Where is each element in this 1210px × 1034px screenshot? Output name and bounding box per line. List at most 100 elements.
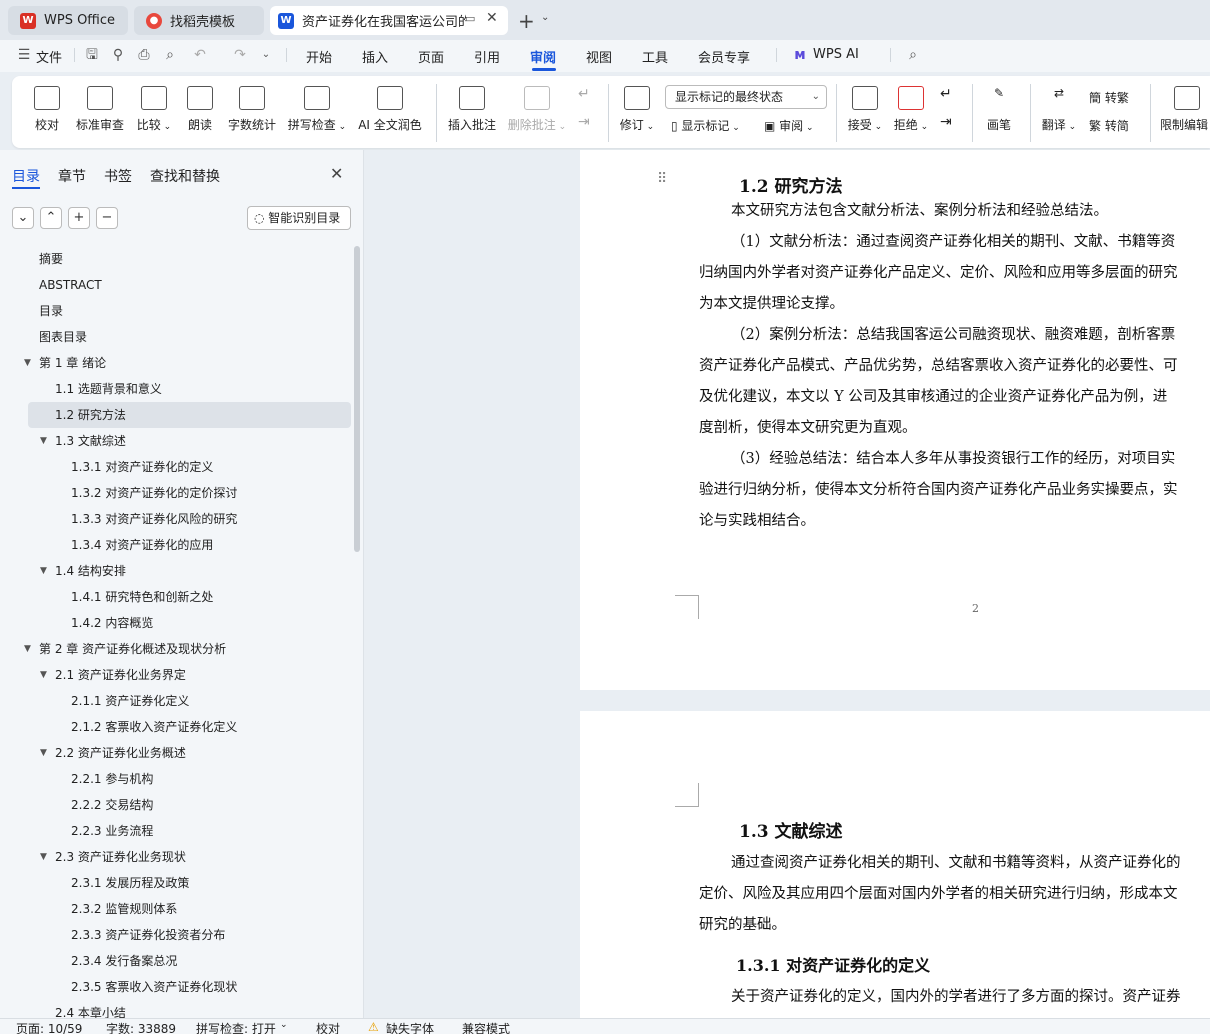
menu-page[interactable]: 页面 [418,47,444,66]
toc-item[interactable]: ▼ 1.4 结构安排 [0,558,352,584]
menu-insert[interactable]: 插入 [362,47,388,66]
caret-down-icon[interactable]: ▼ [40,844,47,870]
toc-item[interactable]: 2.4 本章小结 [0,1000,352,1018]
collapse-up-button[interactable]: ⌃ [40,207,62,229]
save-icon[interactable]: 🖫 [84,47,100,63]
standard-review-button[interactable]: 标准审查 [74,86,126,133]
toc-item[interactable]: ▼ 2.2 资产证券化业务概述 [0,740,352,766]
paragraph-block[interactable]: 通过查阅资产证券化相关的期刊、文献和书籍等资料，从资产证券化的 定价、风险及其应用… [699,848,1210,941]
toc-item[interactable]: 2.1.2 客票收入资产证券化定义 [0,714,352,740]
toc-item[interactable]: 2.3.4 发行备案总况 [0,948,352,974]
toc-item[interactable]: ▼ 第 2 章 资产证券化概述及现状分析 [0,636,352,662]
toc-item[interactable]: 2.2.1 参与机构 [0,766,352,792]
wps-ai-icon[interactable]: ᴍ [792,47,808,63]
translate-button[interactable]: ⇄ 翻译 ⌄ [1040,86,1078,133]
menu-tools[interactable]: 工具 [642,47,668,66]
toc-item[interactable]: 目录 [0,298,352,324]
track-changes-button[interactable]: 修订 ⌄ [618,86,656,133]
delete-comment-button[interactable]: 删除批注 ⌄ [506,86,568,133]
caret-down-icon[interactable]: ▼ [40,428,47,454]
toc-item[interactable]: 2.3.3 资产证券化投资者分布 [0,922,352,948]
restrict-edit-button[interactable]: 限制编辑 [1160,86,1210,133]
toc-item[interactable]: 1.3.1 对资产证券化的定义 [0,454,352,480]
paragraph-block[interactable]: 本文研究方法包含文献分析法、案例分析法和经验总结法。 （1）文献分析法：通过查阅资… [699,196,1210,537]
toc-item[interactable]: 2.3.2 监管规则体系 [0,896,352,922]
new-tab-icon[interactable]: + [518,9,535,33]
tab-wps-office[interactable]: W WPS Office [8,6,128,35]
toc-item[interactable]: 2.2.2 交易结构 [0,792,352,818]
menu-start[interactable]: 开始 [306,47,332,66]
smart-toc-button[interactable]: ◌ 智能识别目录 [247,206,351,230]
remove-heading-button[interactable]: − [96,207,118,229]
toc-item[interactable]: 2.1.1 资产证券化定义 [0,688,352,714]
compare-button[interactable]: 比较 ⌄ [134,86,174,133]
toc-item[interactable]: ▼ 1.3 文献综述 [0,428,352,454]
print-preview-icon[interactable]: ⌕ [162,47,178,63]
prev-comment-icon[interactable]: ↵ [578,86,590,102]
menu-reference[interactable]: 引用 [474,47,500,66]
status-word-count[interactable]: 字数: 33889 [106,1020,176,1034]
redo-icon[interactable]: ↷ [232,47,248,63]
search-icon[interactable]: ⌕ [905,47,921,63]
add-heading-button[interactable]: + [68,207,90,229]
tab-chapters[interactable]: 章节 [58,166,86,186]
toc-item[interactable]: 1.3.2 对资产证券化的定价探讨 [0,480,352,506]
expand-down-button[interactable]: ⌄ [12,207,34,229]
proofread-button[interactable]: 校对 [30,86,64,133]
toc-item[interactable]: ▼ 第 1 章 绪论 [0,350,352,376]
read-aloud-button[interactable]: 朗读 [184,86,216,133]
prev-change-icon[interactable]: ↵ [940,86,952,102]
tab-find-replace[interactable]: 查找和替换 [150,166,220,186]
status-page[interactable]: 页面: 10/59 [16,1020,82,1034]
ai-polish-button[interactable]: AI 全文润色 [356,86,424,133]
caret-down-icon[interactable]: ▼ [40,662,47,688]
window-mode-icon[interactable]: ▭ [465,12,475,25]
word-count-button[interactable]: 字数统计 [226,86,278,133]
toc-item[interactable]: ▼ 2.3 资产证券化业务现状 [0,844,352,870]
link-icon[interactable]: ⚲ [110,47,126,63]
caret-down-icon[interactable]: ▼ [40,740,47,766]
toc-item[interactable]: 1.2 研究方法 [28,402,351,428]
toc-item[interactable]: 1.3.4 对资产证券化的应用 [0,532,352,558]
review-pane-button[interactable]: ▣ 审阅 ⌄ [764,117,814,134]
undo-icon[interactable]: ↶ [192,47,208,63]
status-proofread[interactable]: 校对 [316,1020,340,1034]
toc-item[interactable]: 1.4.2 内容概览 [0,610,352,636]
chevron-down-icon[interactable]: ⌄ [541,12,549,23]
tab-bookmarks[interactable]: 书签 [104,166,132,186]
close-tab-icon[interactable]: ✕ [486,10,498,26]
status-missing-font[interactable]: 缺失字体 [386,1020,434,1034]
toc-scrollbar[interactable] [354,246,360,552]
print-icon[interactable]: ⎙ [136,47,152,63]
close-icon[interactable]: ✕ [330,164,343,183]
toc-item[interactable]: 1.3.3 对资产证券化风险的研究 [0,506,352,532]
pen-button[interactable]: ✎ 画笔 [982,86,1016,133]
toc-item[interactable]: 摘要 [0,246,352,272]
status-spell-check[interactable]: 拼写检查: 打开 [196,1020,276,1034]
to-simplified-button[interactable]: 繁 转简 [1089,117,1129,134]
to-traditional-button[interactable]: 簡 转繁 [1089,89,1129,106]
drag-handle-icon[interactable]: ⠿ [657,172,668,186]
menu-view[interactable]: 视图 [586,47,612,66]
paragraph-block[interactable]: 关于资产证券化的定义，国内外的学者进行了多方面的探讨。资产证券 [699,982,1210,1013]
caret-down-icon[interactable]: ▼ [24,636,31,662]
tab-docer-templates[interactable]: ● 找稻壳模板 [134,6,264,35]
toc-item[interactable]: 2.2.3 业务流程 [0,818,352,844]
toc-item[interactable]: 1.4.1 研究特色和创新之处 [0,584,352,610]
markup-view-dropdown[interactable]: 显示标记的最终状态 ⌄ [665,85,827,109]
caret-down-icon[interactable]: ▼ [24,350,31,376]
next-change-icon[interactable]: ⇥ [940,114,952,130]
accept-button[interactable]: 接受 ⌄ [846,86,884,133]
reject-button[interactable]: 拒绝 ⌄ [892,86,930,133]
menu-file[interactable]: 文件 [36,47,62,66]
toc-item[interactable]: 1.1 选题背景和意义 [0,376,352,402]
tab-document[interactable]: W 资产证券化在我国客运公司的应 ▭ ✕ [270,6,508,35]
tab-toc[interactable]: 目录 [12,166,40,186]
caret-down-icon[interactable]: ▼ [40,558,47,584]
spell-check-button[interactable]: 拼写检查 ⌄ [286,86,348,133]
show-markup-button[interactable]: ▯ 显示标记 ⌄ [671,117,740,134]
toc-item[interactable]: ABSTRACT [0,272,352,298]
hamburger-icon[interactable]: ☰ [16,47,32,63]
menu-member[interactable]: 会员专享 [698,47,750,66]
toc-item[interactable]: 2.3.5 客票收入资产证券化现状 [0,974,352,1000]
